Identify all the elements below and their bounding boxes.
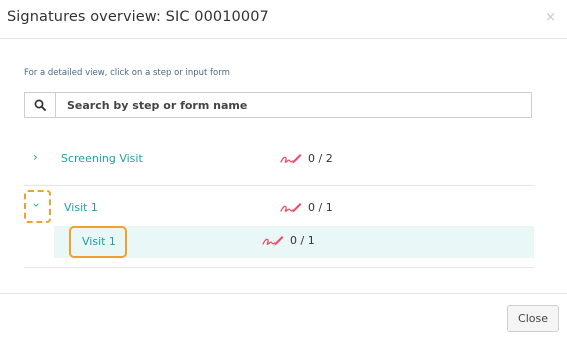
highlight-dashed-box (24, 190, 51, 223)
close-icon[interactable]: × (545, 10, 556, 25)
signature-status: 0 / 2 (280, 151, 333, 165)
dialog-header: Signatures overview: SIC 00010007 × (0, 0, 567, 39)
highlight-solid-box (69, 226, 127, 258)
signature-icon (262, 236, 284, 246)
signature-count: 0 / 1 (290, 233, 315, 247)
search-input[interactable] (56, 93, 531, 117)
row-divider (24, 185, 534, 186)
row-divider (24, 267, 534, 268)
signature-count: 0 / 1 (308, 200, 333, 214)
search-icon (34, 99, 46, 111)
chevron-right-icon[interactable]: › (33, 150, 38, 164)
tree-row-visit-1[interactable]: › Visit 1 0 / 1 (24, 190, 534, 226)
tree-row-screening-visit[interactable]: › Screening Visit 0 / 2 (24, 142, 534, 178)
footer-divider (0, 293, 567, 294)
signature-count: 0 / 2 (308, 151, 333, 165)
signature-icon (280, 154, 302, 164)
signature-icon (280, 203, 302, 213)
signature-status: 0 / 1 (262, 233, 315, 247)
hint-text: For a detailed view, click on a step or … (24, 68, 230, 78)
dialog-title: Signatures overview: SIC 00010007 (7, 9, 269, 25)
close-button[interactable]: Close (507, 305, 559, 332)
signature-status: 0 / 1 (280, 200, 333, 214)
tree-item-label[interactable]: Screening Visit (61, 152, 143, 165)
tree-item-label[interactable]: Visit 1 (64, 201, 98, 214)
search-bar (24, 92, 532, 118)
search-button[interactable] (25, 93, 56, 117)
